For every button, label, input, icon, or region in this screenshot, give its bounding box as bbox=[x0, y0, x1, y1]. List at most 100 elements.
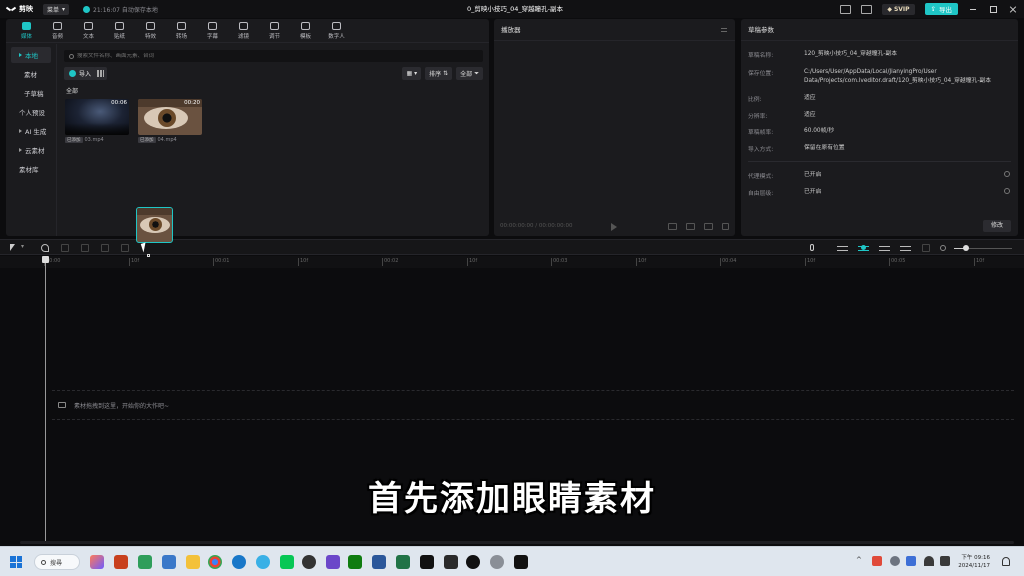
svip-badge[interactable]: ◆ SVIP bbox=[882, 3, 915, 15]
tab-audio[interactable]: 音频 bbox=[42, 19, 73, 43]
volume-icon[interactable] bbox=[940, 556, 950, 566]
aspect-ratio-icon[interactable] bbox=[668, 223, 677, 230]
microphone-icon[interactable] bbox=[890, 556, 900, 566]
export-button[interactable]: ⇪ 导出 bbox=[924, 3, 958, 15]
grid-view-icon[interactable] bbox=[94, 67, 107, 80]
app-icon[interactable] bbox=[326, 555, 340, 569]
chrome-icon[interactable] bbox=[208, 555, 222, 569]
shortcut-keyboard-icon[interactable] bbox=[861, 4, 873, 14]
ruler-tick: 00:04 bbox=[719, 258, 737, 266]
sidebar-item-local[interactable]: 本地 bbox=[11, 47, 51, 63]
sidebar-item-library[interactable]: 素材库 bbox=[11, 161, 51, 177]
word-icon[interactable] bbox=[372, 555, 386, 569]
wifi-icon[interactable] bbox=[924, 556, 934, 566]
minimize-icon[interactable] bbox=[968, 4, 978, 14]
dragging-clip-thumbnail[interactable] bbox=[136, 207, 173, 243]
sidebar-item-material[interactable]: 素材 bbox=[11, 66, 51, 82]
tab-transition[interactable]: 转场 bbox=[166, 19, 197, 43]
notification-bell-icon[interactable] bbox=[1002, 557, 1010, 566]
media-thumbnail-04[interactable]: 00:20 bbox=[138, 99, 202, 135]
fullscreen-icon[interactable] bbox=[722, 223, 729, 230]
sidebar-item-cloud[interactable]: 云素材 bbox=[11, 142, 51, 158]
time-ruler[interactable]: 00:00 10f 00:01 10f 00:02 10f 00:03 10f … bbox=[0, 256, 1024, 268]
search-input[interactable] bbox=[77, 53, 377, 59]
help-icon[interactable] bbox=[1004, 171, 1010, 177]
xbox-icon[interactable] bbox=[348, 555, 362, 569]
menu-icon[interactable] bbox=[721, 28, 727, 32]
timeline-scrollbar[interactable] bbox=[20, 541, 1014, 544]
ratio-icon[interactable] bbox=[704, 223, 713, 230]
sidebar-item-personal-preset[interactable]: 个人预设 bbox=[11, 104, 51, 120]
tab-sticker[interactable]: 贴纸 bbox=[104, 19, 135, 43]
tab-text[interactable]: 文本 bbox=[73, 19, 104, 43]
menu-label: 菜单 bbox=[47, 6, 60, 14]
sort-button[interactable]: 排序 ⇅ bbox=[425, 67, 453, 80]
tab-filter[interactable]: 滤镜 bbox=[228, 19, 259, 43]
tab-effects[interactable]: 特效 bbox=[135, 19, 166, 43]
sidebar-item-sub-draft[interactable]: 子草稿 bbox=[11, 85, 51, 101]
zoom-slider-handle[interactable] bbox=[963, 245, 969, 251]
chevron-down-icon[interactable]: ▾ bbox=[21, 243, 29, 251]
split-right-icon[interactable] bbox=[121, 244, 129, 252]
modify-button[interactable]: 修改 bbox=[982, 220, 1011, 232]
zoom-fit-icon[interactable] bbox=[922, 244, 930, 252]
tab-digital-human[interactable]: 数字人 bbox=[321, 19, 352, 43]
tab-caption[interactable]: 字幕 bbox=[197, 19, 228, 43]
playhead[interactable] bbox=[42, 256, 49, 543]
crop-icon[interactable] bbox=[686, 223, 695, 230]
powerpoint-icon[interactable] bbox=[114, 555, 128, 569]
help-icon[interactable] bbox=[1004, 188, 1010, 194]
text-icon bbox=[84, 22, 93, 30]
layout-icon[interactable] bbox=[840, 4, 852, 14]
app-icon[interactable] bbox=[138, 555, 152, 569]
redo-icon[interactable] bbox=[61, 244, 69, 252]
main-track-magnet-icon[interactable] bbox=[837, 246, 848, 251]
app-icon[interactable] bbox=[444, 555, 458, 569]
added-badge: 已添加 bbox=[65, 137, 83, 143]
copilot-icon[interactable] bbox=[90, 555, 104, 569]
audio-icon bbox=[53, 22, 62, 30]
split-icon[interactable] bbox=[81, 244, 89, 252]
filter-button[interactable]: 全部 ⏷ bbox=[456, 67, 483, 80]
upload-icon: ⇪ bbox=[930, 5, 936, 13]
preview-axis-icon[interactable] bbox=[900, 246, 911, 251]
app-icon[interactable] bbox=[302, 555, 316, 569]
tray-app-icon[interactable] bbox=[872, 556, 882, 566]
microphone-icon[interactable] bbox=[810, 244, 814, 251]
taskbar-clock[interactable]: 下午 09:16 2024/11/17 bbox=[958, 554, 990, 570]
chevron-up-icon[interactable]: ^ bbox=[856, 556, 866, 566]
file-explorer-icon[interactable] bbox=[186, 555, 200, 569]
link-icon[interactable] bbox=[879, 246, 890, 251]
media-thumbnail-03[interactable]: 00:06 bbox=[65, 99, 129, 135]
select-cursor-icon[interactable] bbox=[10, 244, 15, 251]
windows-start-icon[interactable] bbox=[10, 556, 22, 568]
play-icon[interactable] bbox=[611, 223, 617, 231]
import-button[interactable]: 导入 bbox=[64, 67, 97, 80]
tiktok-icon[interactable] bbox=[466, 555, 480, 569]
auto-snap-icon[interactable] bbox=[858, 245, 869, 251]
media-search[interactable] bbox=[64, 50, 483, 62]
capcut-icon[interactable] bbox=[420, 555, 434, 569]
maximize-icon[interactable] bbox=[988, 4, 998, 14]
settings-gear-icon[interactable] bbox=[490, 555, 504, 569]
app-icon[interactable] bbox=[256, 555, 270, 569]
excel-icon[interactable] bbox=[396, 555, 410, 569]
line-icon[interactable] bbox=[280, 555, 294, 569]
tray-app-icon[interactable] bbox=[906, 556, 916, 566]
close-icon[interactable] bbox=[1008, 4, 1018, 14]
menu-button[interactable]: 菜单 ▾ bbox=[43, 3, 70, 15]
view-mode-button[interactable]: ▦ ▾ bbox=[402, 67, 422, 80]
tab-media[interactable]: 媒体 bbox=[11, 19, 42, 43]
jianying-taskbar-icon[interactable] bbox=[514, 555, 528, 569]
taskbar-search[interactable]: 搜尋 bbox=[34, 554, 80, 570]
main-track-drop-zone[interactable]: 素材拖拽到这里，开始你的大作吧~ bbox=[52, 390, 1014, 420]
undo-icon[interactable] bbox=[41, 244, 49, 252]
sidebar-item-ai-generate[interactable]: AI 生成 bbox=[11, 123, 51, 139]
media-icon bbox=[22, 22, 31, 30]
edge-icon[interactable] bbox=[232, 555, 246, 569]
tab-template[interactable]: 模板 bbox=[290, 19, 321, 43]
tab-adjust[interactable]: 调节 bbox=[259, 19, 290, 43]
calculator-icon[interactable] bbox=[162, 555, 176, 569]
zoom-out-icon[interactable] bbox=[940, 245, 946, 251]
split-left-icon[interactable] bbox=[101, 244, 109, 252]
